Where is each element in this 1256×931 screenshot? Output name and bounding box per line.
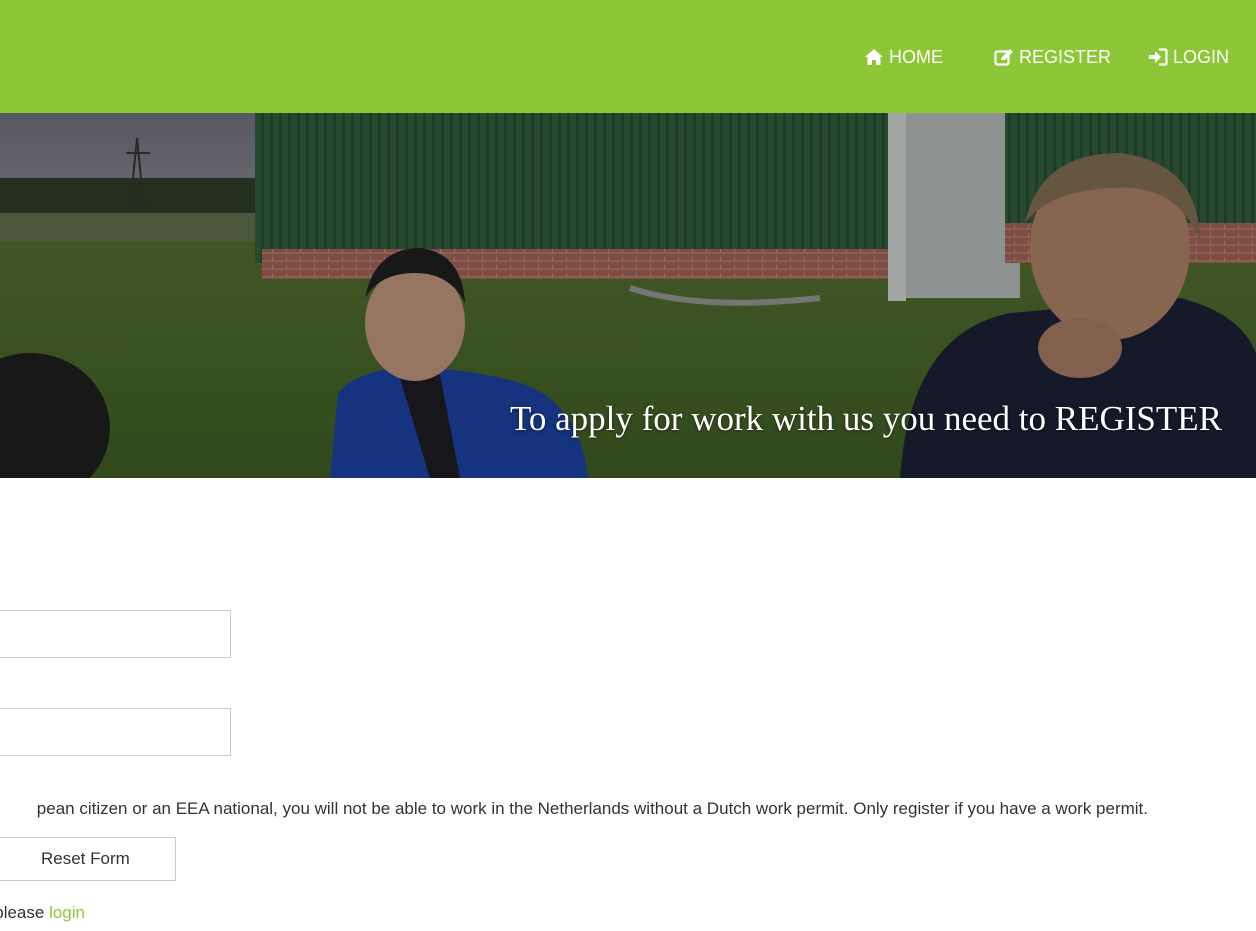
work-permit-notice: pean citizen or an EEA national, you wil… <box>36 799 1148 818</box>
nav-login-label: LOGIN <box>1173 46 1230 67</box>
reset-form-button[interactable]: Reset Form <box>0 837 176 881</box>
nav-home-link[interactable]: HOME <box>864 45 943 69</box>
form-input-1[interactable] <box>0 610 231 658</box>
hero-title: To apply for work with us you need to RE… <box>509 399 1222 438</box>
hero-banner: To apply for work with us you need to RE… <box>0 113 1256 478</box>
login-prompt: please login <box>0 903 85 923</box>
nav-home-label: HOME <box>889 46 943 67</box>
login-prompt-text: please <box>0 903 45 922</box>
sign-in-icon <box>1149 48 1168 66</box>
edit-icon <box>994 49 1013 66</box>
home-icon <box>865 49 883 65</box>
login-link[interactable]: login <box>49 903 85 922</box>
nav-register-label: REGISTER <box>1019 46 1112 67</box>
form-input-2[interactable] <box>0 708 231 756</box>
nav-login-link[interactable]: LOGIN <box>1148 45 1229 69</box>
top-navbar: HOME REGISTER LOGIN <box>0 0 1256 113</box>
nav-register-link[interactable]: REGISTER <box>994 45 1111 69</box>
